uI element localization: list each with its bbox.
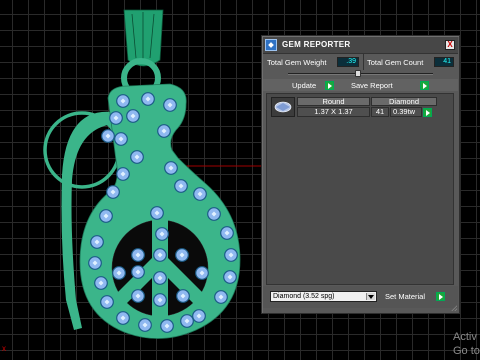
slider-thumb[interactable] — [354, 70, 361, 77]
save-report-label[interactable]: Save Report — [351, 81, 393, 90]
resize-grip[interactable] — [451, 305, 457, 311]
panel-title: GEM REPORTER — [282, 40, 351, 49]
panel-titlebar[interactable]: GEM REPORTER X — [263, 37, 458, 54]
gem-report-table[interactable]: Round Diamond 1.37 X 1.37 41 0.39tw — [266, 93, 454, 285]
total-weight-value: .39 — [337, 57, 359, 67]
gem-thumbnail-image — [274, 101, 292, 113]
total-weight-label: Total Gem Weight — [267, 58, 327, 67]
axis-origin-mark: x — [2, 344, 6, 353]
row-weight: 0.39tw — [390, 107, 422, 117]
column-header-shape[interactable]: Round — [297, 97, 370, 106]
header-divider — [363, 54, 364, 70]
chevron-down-icon[interactable] — [366, 293, 375, 300]
total-count-label: Total Gem Count — [367, 58, 424, 67]
update-label[interactable]: Update — [292, 81, 316, 90]
row-count: 41 — [371, 107, 389, 117]
watermark-line1: Activ — [453, 331, 477, 343]
gem-thumbnail — [271, 97, 295, 117]
set-material-label[interactable]: Set Material — [385, 292, 425, 301]
app-gem-icon — [265, 39, 277, 51]
set-material-button[interactable] — [436, 292, 445, 301]
bail — [123, 9, 164, 67]
column-header-material[interactable]: Diamond — [371, 97, 437, 106]
gem-reporter-panel[interactable]: GEM REPORTER X Total Gem Weight .39 Tota… — [261, 35, 460, 314]
material-select[interactable]: Diamond (3.52 spg) — [270, 291, 377, 302]
row-select-button[interactable] — [423, 108, 432, 117]
row-size: 1.37 X 1.37 — [297, 107, 370, 117]
close-button[interactable]: X — [445, 40, 455, 50]
total-count-value: 41 — [434, 57, 454, 67]
update-button[interactable] — [325, 81, 334, 90]
material-select-value: Diamond (3.52 spg) — [273, 293, 335, 300]
watermark-line2: Go to — [453, 345, 480, 357]
save-report-button[interactable] — [420, 81, 429, 90]
